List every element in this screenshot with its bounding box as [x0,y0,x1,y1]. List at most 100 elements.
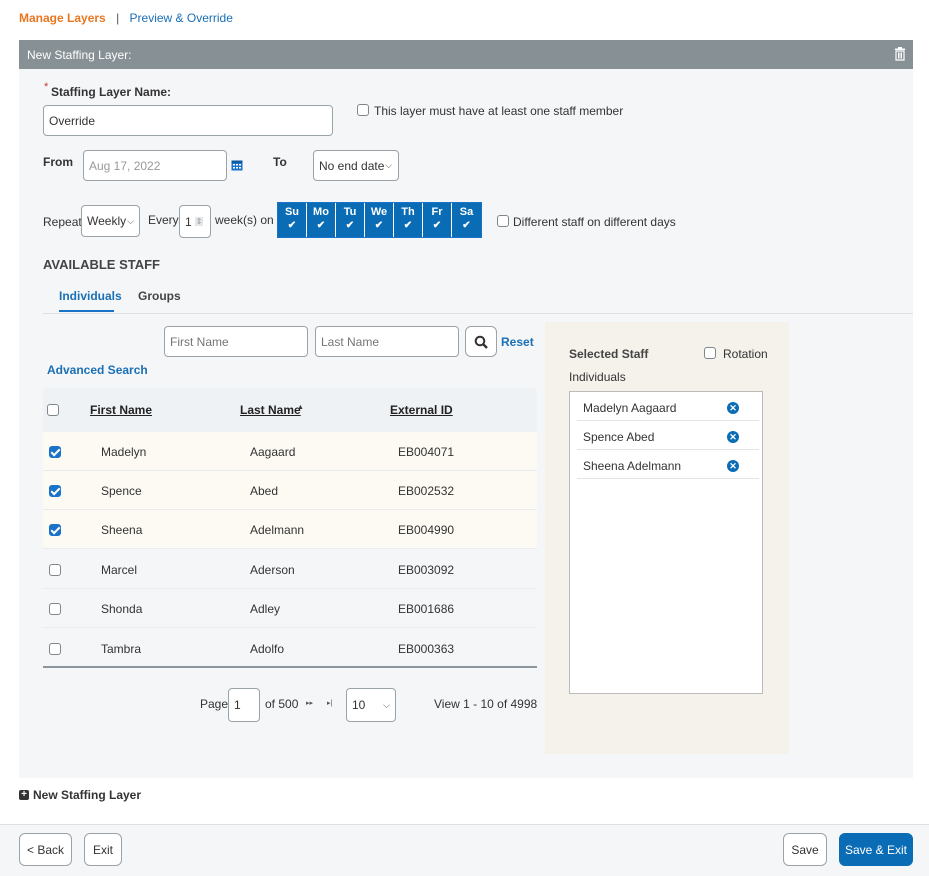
advanced-search-link[interactable]: Advanced Search [47,363,148,377]
repeat-select[interactable]: Weekly ⌵ [81,205,140,237]
view-count: View 1 - 10 of 4998 [434,697,538,711]
every-value: 1 [185,214,192,229]
check-icon: ✔ [316,220,326,231]
cell-external-id: EB002532 [398,484,455,498]
selected-staff-name: Madelyn Aagaard [583,401,677,415]
layer-name-value: Override [49,113,96,128]
page-total-label: of 500 [265,697,299,711]
row-checkbox[interactable] [49,524,61,536]
row-checkbox[interactable] [49,485,61,497]
nav-separator: | [116,11,120,25]
cell-first-name: Marcel [101,563,138,577]
day-toggle-sa[interactable]: Sa ✔ [452,203,481,237]
row-checkbox[interactable] [49,564,61,576]
tabs-divider [43,313,913,314]
day-toggle-mo[interactable]: Mo ✔ [307,203,336,237]
remove-icon[interactable]: ✕ [727,402,739,414]
cell-last-name: Adolfo [250,642,285,656]
select-all-checkbox[interactable] [47,404,59,416]
tab-groups[interactable]: Groups [138,289,181,303]
cell-last-name: Adelmann [250,523,305,537]
check-icon: ✔ [287,220,297,231]
table-row[interactable]: Marcel Aderson EB003092 [43,550,537,589]
day-toggle-su[interactable]: Su ✔ [278,203,307,237]
rotation-checkbox[interactable] [704,347,716,359]
remove-icon[interactable]: ✕ [727,431,739,443]
weekday-selector: Su ✔ Mo ✔ Tu ✔ We ✔ Th ✔ Fr ✔ Sa ✔ [277,202,482,238]
selected-staff-name: Sheena Adelmann [583,459,682,473]
cell-first-name: Tambra [101,642,142,656]
selected-staff-list: Madelyn Aagaard ✕ Spence Abed ✕ Sheena A… [569,391,763,694]
page-input[interactable]: 1 [228,688,260,722]
repeat-value: Weekly [87,214,127,228]
cell-last-name: Aderson [250,563,295,577]
day-toggle-fr[interactable]: Fr ✔ [423,203,452,237]
cell-external-id: EB004990 [398,523,455,537]
tab-individuals[interactable]: Individuals [59,289,122,303]
calendar-icon[interactable] [231,159,243,171]
day-toggle-tu[interactable]: Tu ✔ [336,203,365,237]
selected-staff-title: Selected Staff [569,347,649,361]
chevron-down-icon: ⌵ [385,160,392,170]
column-first-name[interactable]: First Name [90,403,152,417]
column-last-name[interactable]: Last Name [240,403,301,417]
selected-staff-item: Spence Abed ✕ [577,421,759,450]
chevron-down-icon: ⌵ [383,699,390,710]
min-staff-checkbox[interactable] [357,104,369,116]
row-checkbox[interactable] [49,603,61,615]
to-date-value: No end date [319,158,385,173]
different-staff-label: Different staff on different days [513,215,676,229]
top-nav: Manage Layers | Preview & Override [19,11,233,25]
min-staff-label: This layer must have at least one staff … [374,104,624,118]
back-button[interactable]: < Back [19,833,72,866]
save-button[interactable]: Save [783,833,827,866]
table-row[interactable]: Tambra Adolfo EB000363 [43,628,537,668]
different-staff-checkbox[interactable] [497,215,509,227]
active-tab-indicator [59,310,114,312]
cell-external-id: EB001686 [398,602,455,616]
nav-preview-override[interactable]: Preview & Override [130,11,233,25]
day-toggle-th[interactable]: Th ✔ [394,203,423,237]
new-staffing-layer-button[interactable]: + New Staffing Layer [19,788,141,802]
exit-button[interactable]: Exit [84,833,122,866]
from-date-input[interactable]: Aug 17, 2022 [83,150,227,181]
every-stepper[interactable]: 1 ⇕ [179,205,211,238]
row-checkbox[interactable] [49,446,61,458]
last-page-icon[interactable]: ▸| [327,699,332,707]
table-row[interactable]: Sheena Adelmann EB004990 [43,510,537,549]
layer-header: New Staffing Layer: [19,40,913,69]
selected-staff-name: Spence Abed [583,430,655,444]
to-date-select[interactable]: No end date ⌵ [313,150,399,181]
row-checkbox[interactable] [49,643,61,655]
repeat-label: Repeat [43,215,82,229]
remove-icon[interactable]: ✕ [727,460,739,472]
next-page-icon[interactable]: ▸▸ [306,699,313,707]
spinner-icon[interactable]: ⇕ [194,217,204,226]
table-row[interactable]: Spence Abed EB002532 [43,471,537,510]
from-label: From [43,155,73,169]
page-value: 1 [234,698,241,712]
nav-manage-layers[interactable]: Manage Layers [19,11,106,25]
required-asterisk: * [44,81,49,93]
table-row[interactable]: Shonda Adley EB001686 [43,589,537,628]
check-icon: ✔ [432,220,442,231]
search-icon [474,335,488,349]
search-button[interactable] [465,326,497,357]
table-row[interactable]: Madelyn Aagaard EB004071 [43,432,537,471]
table-header: First Name Last Name ▲ External ID [43,388,537,432]
layer-name-label: Staffing Layer Name: [51,85,172,99]
reset-link[interactable]: Reset [501,335,534,349]
page-label: Page [200,697,229,711]
layer-name-input[interactable]: Override [43,105,333,136]
page-size-select[interactable]: 10 ⌵ [346,688,396,722]
day-toggle-we[interactable]: We ✔ [365,203,394,237]
column-external-id[interactable]: External ID [390,403,453,417]
trash-icon[interactable] [894,47,906,61]
check-icon: ✔ [403,220,413,231]
save-exit-button[interactable]: Save & Exit [839,833,913,866]
rotation-label: Rotation [723,347,768,361]
first-name-search[interactable] [164,326,308,357]
check-icon: ✔ [345,220,355,231]
every-label: Every [148,213,179,227]
last-name-search[interactable] [315,326,459,357]
